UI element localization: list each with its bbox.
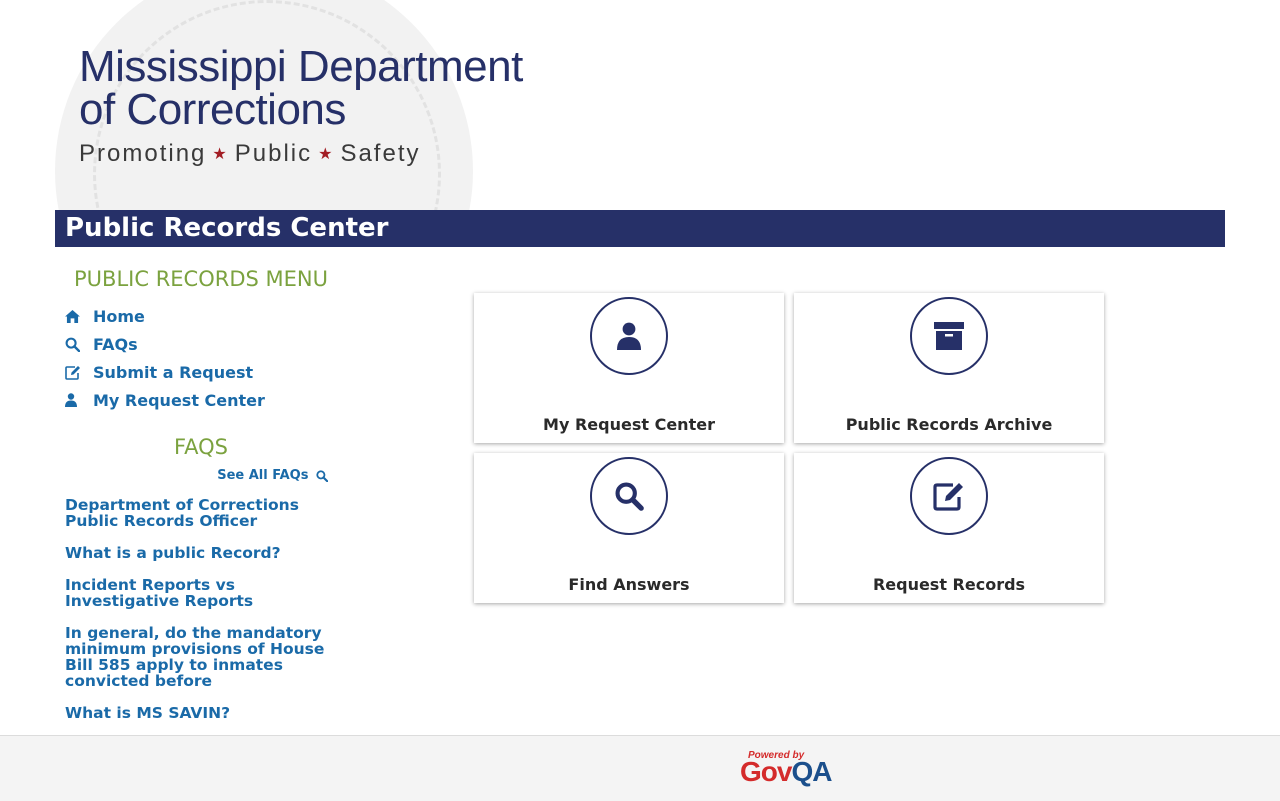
card-request-records[interactable]: Request Records — [794, 453, 1104, 603]
menu-item-my-request-center[interactable]: My Request Center — [55, 386, 345, 414]
faq-link[interactable]: Department of Corrections Public Records… — [65, 497, 330, 529]
card-icon-circle — [910, 297, 988, 375]
card-public-records-archive[interactable]: Public Records Archive — [794, 293, 1104, 443]
see-all-label: See All FAQs — [217, 468, 309, 483]
card-label: Request Records — [872, 575, 1026, 594]
faq-link[interactable]: In general, do the mandatory minimum pro… — [65, 625, 330, 689]
archive-box-icon — [934, 322, 964, 350]
brand-qa: QA — [791, 756, 832, 787]
card-icon-circle — [590, 297, 668, 375]
page-title-bar: Public Records Center — [55, 210, 1225, 247]
menu-item-label: Home — [93, 306, 145, 326]
card-label: Public Records Archive — [845, 415, 1053, 434]
home-icon — [65, 309, 93, 323]
card-icon-circle — [910, 457, 988, 535]
user-icon — [65, 393, 93, 407]
menu-list: Home FAQs Submit a Request My Request Ce… — [55, 302, 345, 414]
search-icon — [316, 469, 329, 482]
menu-item-home[interactable]: Home — [55, 302, 345, 330]
card-label: My Request Center — [543, 415, 715, 434]
logo-title-line2: of Corrections — [79, 85, 346, 134]
brand-gov: Gov — [740, 756, 792, 787]
faq-link[interactable]: What is MS SAVIN? — [65, 705, 330, 721]
tagline-word: Promoting — [79, 140, 207, 167]
menu-heading: PUBLIC RECORDS MENU — [74, 267, 328, 291]
menu-item-submit-request[interactable]: Submit a Request — [55, 358, 345, 386]
menu-item-label: FAQs — [93, 334, 138, 354]
faq-list: Department of Corrections Public Records… — [55, 497, 330, 721]
card-icon-circle — [590, 457, 668, 535]
user-icon — [617, 322, 641, 350]
govqa-logo[interactable]: Powered by GovQA — [740, 750, 844, 790]
faq-link[interactable]: Incident Reports vs Investigative Report… — [65, 577, 330, 609]
card-label: Find Answers — [568, 575, 690, 594]
menu-item-faqs[interactable]: FAQs — [55, 330, 345, 358]
menu-item-label: Submit a Request — [93, 362, 254, 382]
edit-icon — [933, 483, 963, 511]
card-find-answers[interactable]: Find Answers — [474, 453, 784, 603]
search-icon — [65, 337, 93, 352]
see-all-faqs-link[interactable]: See All FAQs — [55, 468, 329, 483]
page-title: Public Records Center — [65, 213, 389, 243]
card-my-request-center[interactable]: My Request Center — [474, 293, 784, 443]
tagline-word: Safety — [340, 140, 421, 167]
logo-tagline: Promoting ★ Public ★ Safety — [79, 140, 421, 168]
star-icon: ★ — [212, 146, 229, 163]
sidebar: PUBLIC RECORDS MENU Home FAQs Submit a R… — [55, 262, 345, 737]
faq-link[interactable]: What is a public Record? — [65, 545, 330, 561]
govqa-wordmark: GovQA — [740, 756, 832, 788]
menu-item-label: My Request Center — [93, 390, 265, 410]
search-icon — [615, 482, 644, 511]
action-cards: My Request Center Public Records Archive… — [474, 293, 1106, 605]
mdoc-logo[interactable]: Mississippi Department of Corrections Pr… — [55, 0, 575, 210]
tagline-word: Public — [234, 140, 313, 167]
faqs-heading: FAQS — [173, 435, 228, 459]
edit-icon — [65, 365, 93, 380]
footer: Powered by GovQA — [0, 735, 1280, 801]
star-icon: ★ — [318, 146, 335, 163]
